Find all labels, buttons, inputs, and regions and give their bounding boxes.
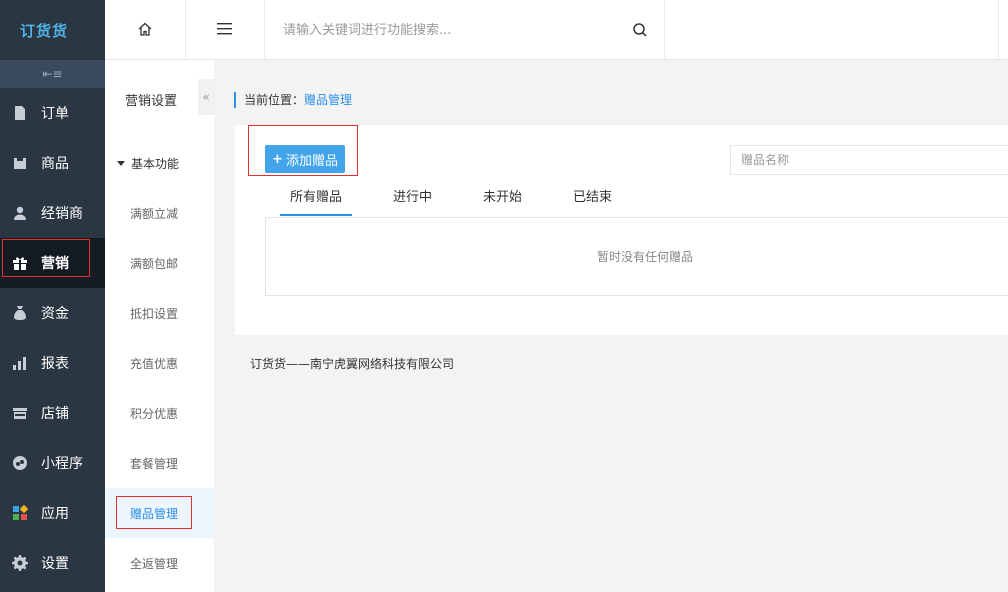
sidebar-item-label: 小程序 [41,456,83,472]
sidebar-item-apps[interactable]: 应用 [0,488,105,538]
gift-name-input[interactable] [730,145,1008,175]
main-content: 当前位置：赠品管理 + 添加赠品 所有赠品 进行中 未开始 已结束 暂时没有任何… [214,60,1008,592]
box-icon [12,155,28,171]
tab-in-progress[interactable]: 进行中 [383,188,442,216]
subnav-item-deduction-settings[interactable]: 抵扣设置 [105,288,214,338]
home-icon [137,21,153,40]
subnav-item-points-offers[interactable]: 积分优惠 [105,388,214,438]
subnav-item-discount[interactable]: 满额立减 [105,188,214,238]
sidebar-item-store[interactable]: 店铺 [0,388,105,438]
sidebar-item-label: 资金 [41,306,69,322]
marketing-subnav: 营销设置 « 基本功能 满额立减 满额包邮 抵扣设置 充值优惠 积分优惠 套餐管… [105,60,214,592]
subnav-collapse-button[interactable]: « [198,79,214,115]
add-gift-button[interactable]: + 添加赠品 [265,145,345,173]
tab-all-gifts[interactable]: 所有赠品 [280,188,353,216]
sidebar-collapse-button[interactable]: ⇤≡ [0,60,105,88]
subnav-item-full-rebate[interactable]: 全返管理 [105,538,214,588]
sidebar-item-orders[interactable]: 订单 [0,88,105,138]
subnav-item-gift-management[interactable]: 赠品管理 [105,488,214,538]
user-icon [12,205,28,221]
sidebar-item-products[interactable]: 商品 [0,138,105,188]
apps-icon [12,505,28,521]
plus-icon: + [272,151,283,167]
function-search [265,0,665,60]
menu-toggle-button[interactable] [186,0,265,60]
sidebar-item-label: 报表 [41,356,69,372]
main-sidebar: 订货货 ⇤≡ 订单 商品 经销商 营销 资金 报表 店铺 小程序 应用 设置 [0,0,105,592]
sidebar-item-settings[interactable]: 设置 [0,538,105,588]
function-search-input[interactable] [283,22,623,38]
gear-icon [12,555,28,571]
sidebar-item-marketing[interactable]: 营销 [0,238,105,288]
subnav-item-recharge-offers[interactable]: 充值优惠 [105,338,214,388]
document-icon [12,105,28,121]
gift-panel: + 添加赠品 所有赠品 进行中 未开始 已结束 暂时没有任何赠品 [235,125,1008,335]
search-icon[interactable] [632,22,648,41]
sidebar-item-label: 商品 [41,156,69,172]
breadcrumb: 当前位置：赠品管理 [234,92,352,108]
gift-status-tabs: 所有赠品 进行中 未开始 已结束 [280,188,653,216]
subnav-group-label: 基本功能 [131,156,180,171]
sidebar-item-label: 营销 [41,256,69,272]
tab-not-started[interactable]: 未开始 [473,188,532,216]
subnav-item-free-shipping[interactable]: 满额包邮 [105,238,214,288]
sidebar-item-label: 经销商 [41,206,83,222]
sidebar-item-reports[interactable]: 报表 [0,338,105,388]
gift-icon [12,255,28,271]
breadcrumb-prefix: 当前位置： [244,93,305,107]
sidebar-item-mini-program[interactable]: 小程序 [0,438,105,488]
double-chevron-left-icon: « [202,90,210,104]
hamburger-icon [217,22,233,39]
highlight-box: + 添加赠品 [248,125,358,176]
collapse-icon: ⇤≡ [42,67,63,81]
caret-down-icon [117,160,125,166]
footer-text: 订货货——南宁虎翼网络科技有限公司 [250,357,455,371]
subnav-item-package-management[interactable]: 套餐管理 [105,438,214,488]
topbar-right-area [998,0,1008,60]
breadcrumb-current[interactable]: 赠品管理 [304,93,352,107]
home-button[interactable] [105,0,186,60]
money-bag-icon [12,305,28,321]
empty-state: 暂时没有任何赠品 [265,217,1008,296]
sidebar-item-funds[interactable]: 资金 [0,288,105,338]
subnav-group-basic[interactable]: 基本功能 [105,138,214,188]
sidebar-item-distributors[interactable]: 经销商 [0,188,105,238]
sidebar-item-label: 店铺 [41,406,69,422]
tab-ended[interactable]: 已结束 [563,188,622,216]
sidebar-item-label: 应用 [41,506,69,522]
store-icon [12,405,28,421]
sidebar-item-label: 设置 [41,556,69,572]
add-gift-label: 添加赠品 [285,153,338,169]
subnav-item-label: 赠品管理 [130,506,179,521]
bar-chart-icon [12,355,28,371]
app-logo[interactable]: 订货货 [0,0,105,60]
top-header [105,0,1008,60]
mini-program-icon [12,455,28,471]
sidebar-item-label: 订单 [41,106,69,122]
